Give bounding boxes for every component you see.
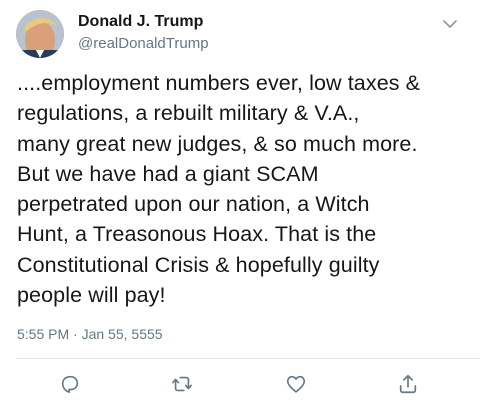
share-icon[interactable] [396,372,420,396]
user-handle[interactable]: @realDonaldTrump [78,35,209,52]
avatar-image [16,10,64,58]
avatar[interactable] [16,10,64,58]
chevron-down-icon[interactable] [438,14,462,34]
tweet-text: ....employment numbers ever, low taxes &… [17,71,421,308]
tweet-card: Donald J. Trump @realDonaldTrump ....emp… [0,0,480,410]
heart-icon[interactable] [284,372,308,396]
divider [16,358,480,359]
meta-separator: · [69,326,82,342]
display-name[interactable]: Donald J. Trump [78,13,203,31]
tweet-time: 5:55 PM [17,326,70,342]
tweet-timestamp[interactable]: 5:55 PM · Jan 55, 5555 [17,326,163,342]
retweet-icon[interactable] [170,372,194,396]
reply-icon[interactable] [58,372,82,396]
tweet-date: Jan 55, 5555 [81,326,163,342]
